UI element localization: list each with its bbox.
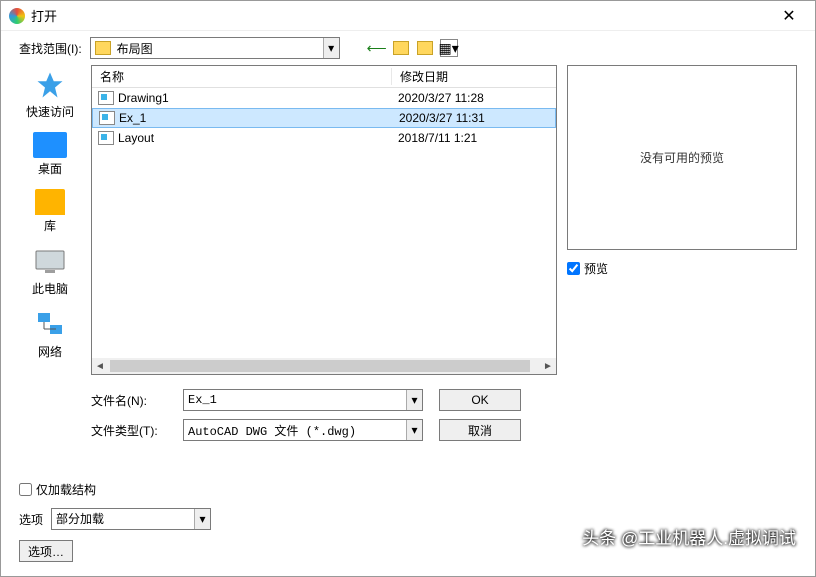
lookin-dropdown[interactable]: 布局图 ▾ [90, 37, 340, 59]
lookin-label: 查找范围(I): [19, 40, 82, 57]
ok-button[interactable]: OK [439, 389, 521, 411]
file-date: 2020/3/27 11:31 [399, 111, 549, 125]
file-list[interactable]: 名称 修改日期 Drawing12020/3/27 11:28Ex_12020/… [91, 65, 557, 375]
scroll-left-icon[interactable]: ◄ [92, 359, 108, 373]
place-library[interactable]: 库 [35, 189, 65, 234]
filetype-label: 文件类型(T): [91, 422, 167, 439]
place-desktop[interactable]: 桌面 [33, 132, 67, 177]
app-icon [9, 8, 25, 24]
cancel-button[interactable]: 取消 [439, 419, 521, 441]
file-icon [98, 91, 114, 105]
chevron-down-icon[interactable]: ▾ [194, 509, 210, 529]
place-network[interactable]: 网络 [32, 309, 68, 360]
chevron-down-icon[interactable]: ▾ [323, 38, 339, 58]
file-icon [99, 111, 115, 125]
file-date: 2018/7/11 1:21 [398, 131, 550, 145]
back-icon[interactable]: ⟵ [368, 39, 386, 57]
options-button[interactable]: 选项… [19, 540, 73, 562]
current-folder: 布局图 [115, 40, 323, 57]
close-button[interactable]: ✕ [771, 2, 807, 30]
network-icon [32, 309, 68, 341]
chevron-down-icon[interactable]: ▾ [406, 420, 422, 440]
view-menu-icon[interactable]: ▦▾ [440, 39, 458, 57]
filename-label: 文件名(N): [91, 392, 167, 409]
horizontal-scrollbar[interactable]: ◄ ► [92, 358, 556, 374]
file-name: Ex_1 [119, 111, 399, 125]
filename-combo[interactable]: ▾ [183, 389, 423, 411]
file-name: Drawing1 [118, 91, 398, 105]
preview-pane: 没有可用的预览 [567, 65, 797, 250]
filename-input[interactable] [184, 390, 406, 410]
file-icon [98, 131, 114, 145]
file-row[interactable]: Ex_12020/3/27 11:31 [92, 108, 556, 128]
scrollbar-thumb[interactable] [110, 360, 530, 372]
file-date: 2020/3/27 11:28 [398, 91, 550, 105]
scroll-right-icon[interactable]: ► [540, 359, 556, 373]
new-folder-icon[interactable] [416, 39, 434, 57]
this-pc-icon [32, 246, 68, 278]
desktop-icon [33, 132, 67, 158]
column-name[interactable]: 名称 [92, 68, 392, 85]
preview-empty-text: 没有可用的预览 [640, 149, 724, 166]
place-this-pc[interactable]: 此电脑 [32, 246, 68, 297]
file-row[interactable]: Layout2018/7/11 1:21 [92, 128, 556, 148]
column-date[interactable]: 修改日期 [392, 68, 556, 85]
place-quick-access[interactable]: 快速访问 [26, 69, 74, 120]
load-struct-checkbox[interactable]: 仅加载结构 [19, 481, 797, 498]
options-dropdown[interactable]: 部分加载 ▾ [51, 508, 211, 530]
library-icon [35, 189, 65, 215]
preview-checkbox[interactable]: 预览 [567, 260, 608, 277]
folder-icon [95, 41, 111, 55]
quick-access-icon [32, 69, 68, 101]
chevron-down-icon[interactable]: ▾ [406, 390, 422, 410]
file-row[interactable]: Drawing12020/3/27 11:28 [92, 88, 556, 108]
up-folder-icon[interactable] [392, 39, 410, 57]
file-name: Layout [118, 131, 398, 145]
filetype-input[interactable] [184, 420, 406, 440]
filetype-combo[interactable]: ▾ [183, 419, 423, 441]
dialog-title: 打开 [31, 6, 771, 25]
options-label: 选项 [19, 511, 43, 528]
